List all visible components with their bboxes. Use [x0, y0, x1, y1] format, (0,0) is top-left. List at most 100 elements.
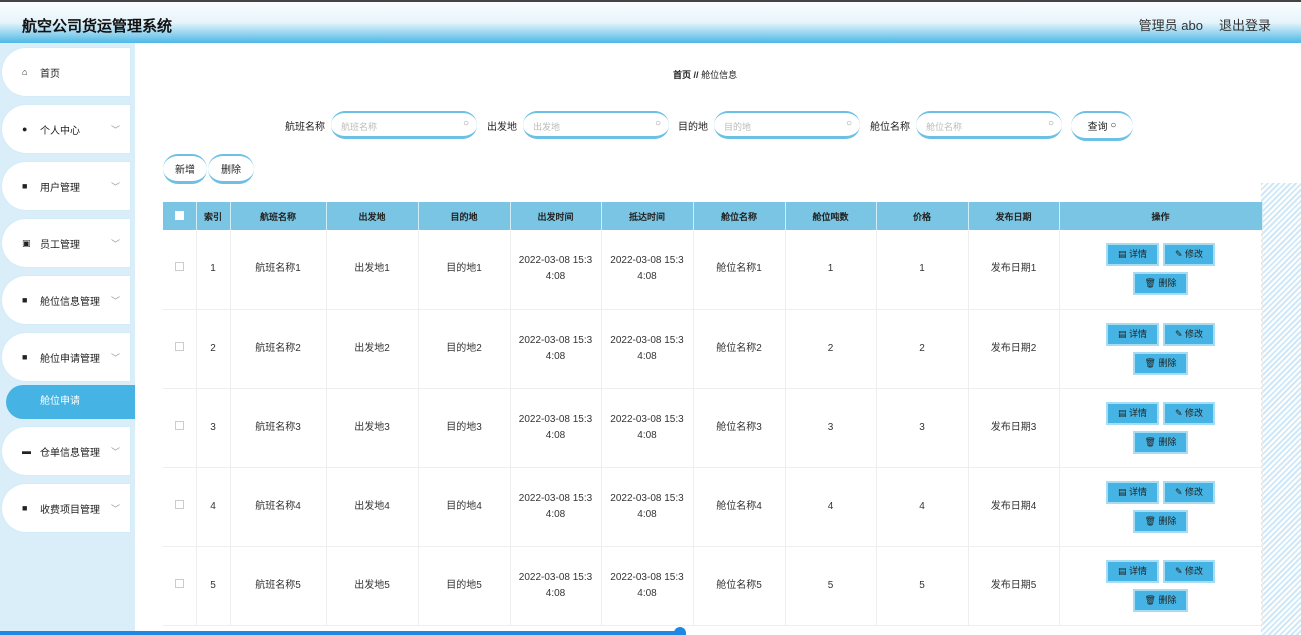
search-placeholder: 目的地	[724, 122, 752, 132]
table-cell: 出发地3	[326, 388, 419, 468]
table-cell: 3	[876, 388, 969, 468]
table-cell: 2022-03-08 15:34:08	[510, 546, 602, 626]
horizontal-scrollbar[interactable]	[0, 631, 680, 635]
detail-label: 详情	[1128, 486, 1147, 497]
chevron-down-icon: ﹀	[110, 124, 120, 135]
trash-icon: 🗑	[1144, 357, 1156, 368]
detail-label: 详情	[1128, 249, 1147, 260]
sidebar-item[interactable]: ■ 舱位信息管理 ﹀	[4, 278, 128, 322]
document-icon: ▤	[1117, 407, 1127, 418]
row-checkbox[interactable]	[174, 499, 184, 509]
sidebar-item[interactable]: ■ 舱位申请管理 ﹀	[4, 335, 128, 379]
table-cell: 发布日期5	[968, 546, 1060, 626]
table-cell: 4	[196, 467, 231, 547]
sidebar-item[interactable]: ■ 收费项目管理 ﹀	[4, 486, 128, 530]
row-checkbox[interactable]	[174, 578, 184, 588]
table-cell: 目的地3	[418, 388, 511, 468]
document-icon: ▤	[1117, 565, 1127, 576]
sidebar-item[interactable]: ● 个人中心 ﹀	[4, 107, 128, 151]
add-button[interactable]: 新增	[163, 154, 207, 184]
search-icon: ○	[1110, 120, 1117, 131]
table-cell: 舱位名称4	[693, 467, 786, 547]
grid-icon: ■	[22, 503, 28, 513]
table-cell: 2022-03-08 15:34:08	[601, 388, 694, 468]
delete-row-button[interactable]: 🗑 删除	[1132, 509, 1189, 533]
detail-button[interactable]: ▤ 详情	[1105, 401, 1159, 425]
detail-label: 详情	[1128, 407, 1147, 418]
column-header: 出发地	[326, 202, 419, 230]
table-cell: 舱位名称1	[693, 230, 786, 310]
trash-icon: 🗑	[1144, 515, 1156, 526]
delete-row-button[interactable]: 🗑 删除	[1132, 430, 1189, 454]
sidebar-item[interactable]: ▣ 员工管理 ﹀	[4, 221, 128, 265]
table-cell: 航班名称2	[230, 309, 327, 389]
table-cell: 2022-03-08 15:34:08	[510, 309, 602, 389]
edit-label: 修改	[1185, 486, 1204, 497]
edit-button[interactable]: ✎ 修改	[1162, 480, 1216, 504]
search-input[interactable]: 出发地 ○	[523, 111, 669, 139]
select-all-checkbox[interactable]	[174, 210, 184, 220]
table-cell: 2022-03-08 15:34:08	[510, 467, 602, 547]
sidebar-item[interactable]: ▬ 仓单信息管理 ﹀	[4, 429, 128, 473]
search-icon: ○	[845, 118, 852, 129]
edit-button[interactable]: ✎ 修改	[1162, 401, 1216, 425]
column-header: 舱位吨数	[785, 202, 877, 230]
chevron-down-icon: ﹀	[110, 295, 120, 306]
sidebar-subitem-cabin-apply[interactable]: 舱位申请	[6, 385, 135, 419]
logout-link[interactable]: 退出登录	[1219, 18, 1271, 33]
actions-cell: ▤ 详情 ✎ 修改 🗑 删除	[1059, 467, 1263, 547]
edit-button[interactable]: ✎ 修改	[1162, 559, 1216, 583]
edit-label: 修改	[1185, 407, 1204, 418]
breadcrumb-sep: //	[693, 70, 699, 80]
search-group: 出发地 出发地 ○	[487, 111, 675, 139]
table-row: 5 航班名称5 出发地5 目的地5 2022-03-08 15:34:08 2022-03…	[163, 546, 1263, 626]
search-input[interactable]: 目的地 ○	[714, 111, 860, 139]
edit-button[interactable]: ✎ 修改	[1162, 322, 1216, 346]
column-header: 抵达时间	[601, 202, 694, 230]
trash-icon: 🗑	[1144, 436, 1156, 447]
table-cell: 3	[196, 388, 231, 468]
table-cell: 出发地1	[326, 230, 419, 310]
table-cell: 4	[876, 467, 969, 547]
row-checkbox[interactable]	[174, 420, 184, 430]
sidebar-item[interactable]: ■ 用户管理 ﹀	[4, 164, 128, 208]
search-placeholder: 航班名称	[341, 122, 378, 132]
search-input[interactable]: 舱位名称 ○	[916, 111, 1062, 139]
home-icon: ⌂	[22, 67, 28, 77]
table-cell: 2	[785, 309, 877, 389]
detail-button[interactable]: ▤ 详情	[1105, 480, 1159, 504]
sidebar-item-label: 用户管理	[40, 182, 80, 194]
table-row: 3 航班名称3 出发地3 目的地3 2022-03-08 15:34:08 2022-03…	[163, 388, 1263, 468]
delete-row-button[interactable]: 🗑 删除	[1132, 272, 1189, 296]
detail-button[interactable]: ▤ 详情	[1105, 322, 1159, 346]
row-checkbox[interactable]	[174, 341, 184, 351]
search-input[interactable]: 航班名称 ○	[331, 111, 477, 139]
query-button[interactable]: 查询 ○	[1071, 111, 1133, 141]
scrollbar-thumb[interactable]	[674, 627, 686, 635]
delete-button[interactable]: 删除	[208, 154, 254, 184]
search-placeholder: 舱位名称	[926, 122, 963, 132]
table-cell: 2	[876, 309, 969, 389]
sidebar-item[interactable]: ⌂ 首页	[4, 50, 128, 94]
detail-button[interactable]: ▤ 详情	[1105, 243, 1159, 267]
delete-row-button[interactable]: 🗑 删除	[1132, 351, 1189, 375]
table-cell: 1	[876, 230, 969, 310]
table-row: 4 航班名称4 出发地4 目的地4 2022-03-08 15:34:08 2022-03…	[163, 467, 1263, 547]
table-cell: 2022-03-08 15:34:08	[601, 546, 694, 626]
pencil-icon: ✎	[1174, 486, 1183, 497]
edit-button[interactable]: ✎ 修改	[1162, 243, 1216, 267]
delete-label: 删除	[1158, 594, 1177, 605]
grid-icon: ■	[22, 352, 28, 362]
search-icon: ○	[1047, 118, 1054, 129]
detail-button[interactable]: ▤ 详情	[1105, 559, 1159, 583]
search-icon: ○	[462, 118, 469, 129]
delete-row-button[interactable]: 🗑 删除	[1132, 588, 1189, 612]
table-cell: 舱位名称3	[693, 388, 786, 468]
search-icon: ○	[654, 118, 661, 129]
row-checkbox[interactable]	[174, 262, 184, 272]
table-cell: 2022-03-08 15:34:08	[601, 467, 694, 547]
breadcrumb-home[interactable]: 首页	[673, 70, 691, 80]
column-header: 操作	[1059, 202, 1263, 230]
delete-label: 删除	[1158, 357, 1177, 368]
sidebar-item-label: 仓单信息管理	[40, 447, 100, 459]
